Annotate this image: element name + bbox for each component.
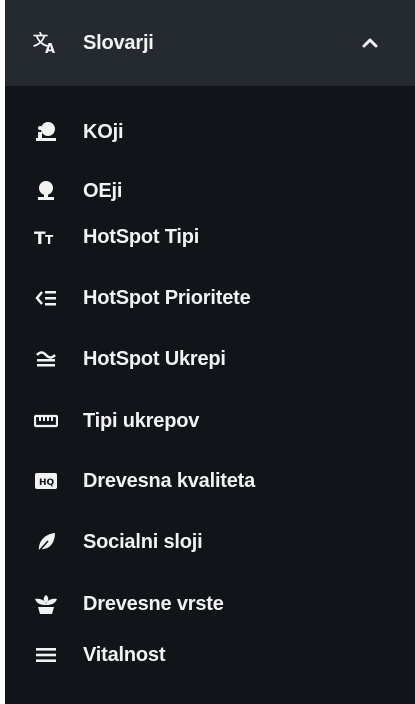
pin-icon: [33, 178, 59, 204]
ruler-icon: [33, 408, 59, 434]
section-title: Slovarji: [83, 31, 154, 54]
menu-item-vitalnost[interactable]: Vitalnost: [5, 625, 415, 685]
svg-text:T: T: [45, 233, 54, 247]
menu-item-hotspot-tipi[interactable]: T T HotSpot Tipi: [5, 207, 415, 267]
menu-item-hotspot-ukrepi[interactable]: HotSpot Ukrepi: [5, 329, 415, 389]
menu-item-koji[interactable]: KOji: [5, 102, 415, 162]
seedling-icon: [33, 591, 59, 617]
menu-item-label: KOji: [83, 120, 124, 143]
priority-list-icon: [33, 285, 59, 311]
approx-equal-icon: [33, 346, 59, 372]
menu-item-label: Drevesne vrste: [83, 592, 224, 615]
menu-item-label: Vitalnost: [83, 643, 166, 666]
menu-section-header: 文 A Slovarji: [5, 0, 415, 86]
menu-item-drevesna-kvaliteta[interactable]: HQ Drevesna kvaliteta: [5, 451, 415, 511]
menu-item-label: HotSpot Tipi: [83, 225, 200, 248]
text-size-icon: T T: [33, 224, 59, 250]
svg-text:A: A: [45, 42, 55, 55]
menu-item-label: OEji: [83, 179, 123, 202]
menu-item-label: Drevesna kvaliteta: [83, 469, 256, 492]
menu-item-label: Socialni sloji: [83, 530, 203, 553]
menu-item-socialni-sloji[interactable]: Socialni sloji: [5, 512, 415, 572]
person-pin-icon: [33, 119, 59, 145]
dictionary-menu: 文 A Slovarji KOji OEji T T HotSpot Tipi …: [5, 0, 415, 704]
svg-text:HQ: HQ: [39, 478, 55, 488]
menu-item-label: Tipi ukrepov: [83, 409, 200, 432]
menu-item-label: HotSpot Ukrepi: [83, 347, 226, 370]
menu-item-tipi-ukrepov[interactable]: Tipi ukrepov: [5, 391, 415, 451]
translate-icon: 文 A: [33, 30, 59, 56]
menu-item-label: HotSpot Prioritete: [83, 286, 251, 309]
hq-badge-icon: HQ: [33, 468, 59, 494]
leaf-icon: [33, 529, 59, 555]
menu-lines-icon: [33, 642, 59, 668]
chevron-up-icon[interactable]: [360, 33, 380, 53]
menu-item-hotspot-prioritete[interactable]: HotSpot Prioritete: [5, 268, 415, 328]
slovarji-toggle[interactable]: 文 A Slovarji: [5, 0, 415, 86]
